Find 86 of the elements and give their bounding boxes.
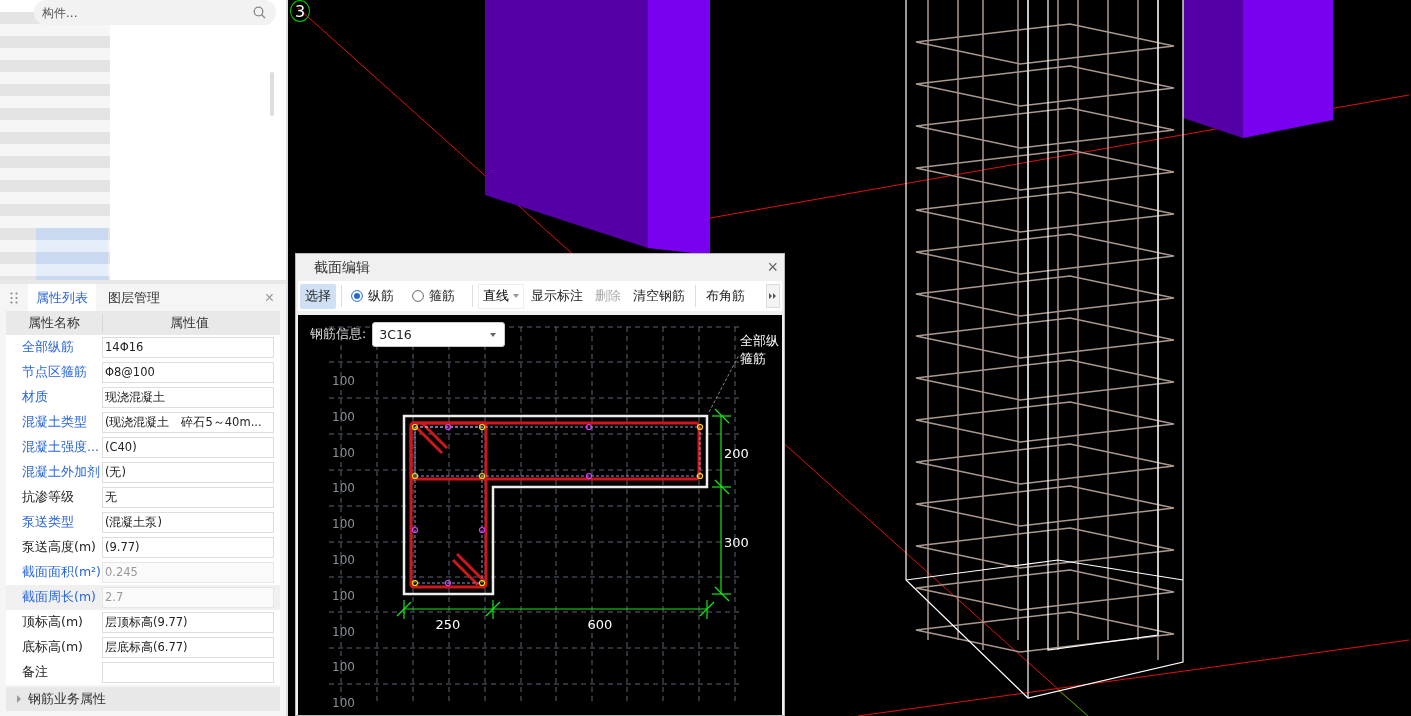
grid-spacing-label: 100 xyxy=(332,696,355,711)
property-row[interactable]: 截面周长(m) 2.7 xyxy=(6,585,280,610)
property-row[interactable]: 泵送高度(m) (9.77) xyxy=(6,535,280,560)
property-row[interactable]: 混凝土类型 (现浇混凝土 碎石5～40m... xyxy=(6,410,280,435)
panel-tab[interactable]: 图层管理 xyxy=(100,283,168,312)
line-type-dropdown[interactable]: 直线 xyxy=(478,283,524,309)
column-header: 属性名称 xyxy=(27,314,81,332)
close-button[interactable]: × xyxy=(761,257,784,278)
leader-line xyxy=(708,354,740,413)
property-value-field[interactable]: Φ8@100 xyxy=(102,362,274,383)
property-name: 底标高(m) xyxy=(21,639,84,656)
property-value-field[interactable]: 层底标高(6.77) xyxy=(102,637,274,658)
property-name: 抗渗等级 xyxy=(21,489,75,506)
property-value-field[interactable]: 层顶标高(9.77) xyxy=(102,612,274,633)
radio-icon[interactable] xyxy=(351,290,363,302)
annotation-text: 全部纵 xyxy=(740,333,779,348)
grid-spacing-label: 100 xyxy=(332,624,355,639)
property-row[interactable]: 截面面积(m²) 0.245 xyxy=(6,560,280,585)
property-name[interactable]: 全部纵筋 xyxy=(6,339,102,356)
column-header: 属性值 xyxy=(102,314,276,332)
double-arrow-icon[interactable] xyxy=(769,293,777,299)
property-value-field[interactable]: (C40) xyxy=(102,437,274,458)
toolbar-button[interactable]: 布角筋 xyxy=(701,283,750,309)
radio-option[interactable]: 纵筋 xyxy=(347,287,406,305)
property-name[interactable]: 泵送类型 xyxy=(6,514,102,531)
dimension-label: 300 xyxy=(724,535,749,550)
expand-arrow-icon[interactable] xyxy=(16,695,22,703)
property-row[interactable]: 备注 xyxy=(6,660,280,685)
grid-spacing-label: 100 xyxy=(332,588,355,603)
property-name[interactable]: 节点区箍筋 xyxy=(6,364,102,381)
property-name[interactable]: 混凝土类型 xyxy=(6,414,102,431)
property-value-field[interactable]: 无 xyxy=(102,487,274,508)
property-row[interactable]: 材质 现浇混凝土 xyxy=(6,385,280,410)
group-label: 钢筋业务属性 xyxy=(28,690,106,708)
property-value-field[interactable]: (无) xyxy=(102,462,274,483)
property-row[interactable]: 混凝土强度... (C40) xyxy=(6,435,280,460)
property-name: 备注 xyxy=(21,664,49,681)
scrollbar[interactable] xyxy=(270,72,274,116)
property-row[interactable]: 底标高(m) 层底标高(6.77) xyxy=(6,635,280,660)
property-row[interactable]: 泵送类型 (混凝土泵) xyxy=(6,510,280,535)
property-name[interactable]: 材质 xyxy=(6,389,102,406)
dimension-label: 250 xyxy=(435,617,461,632)
caret-icon[interactable] xyxy=(513,294,519,298)
panel-tab[interactable]: 属性列表 xyxy=(28,283,96,312)
search-icon[interactable] xyxy=(253,6,266,19)
grid-spacing-label: 100 xyxy=(332,517,355,532)
caret-icon[interactable] xyxy=(490,332,497,337)
property-name: 顶标高(m) xyxy=(21,614,84,631)
grid-spacing-label: 100 xyxy=(332,553,355,567)
dialog-title: 截面编辑 xyxy=(314,258,370,277)
dimension-label: 200 xyxy=(724,446,749,461)
grid-spacing-label: 100 xyxy=(332,481,355,496)
annotation-text: 箍筋 xyxy=(740,351,766,366)
rebar-info-label: 钢筋信息: xyxy=(310,326,367,343)
toolbar-button[interactable]: 清空钢筋 xyxy=(628,283,690,309)
drag-handle-icon[interactable] xyxy=(10,291,18,304)
toolbar-button[interactable]: 显示标注 xyxy=(526,283,588,309)
property-row[interactable]: 顶标高(m) 层顶标高(9.77) xyxy=(6,610,280,635)
property-value-field[interactable]: 现浇混凝土 xyxy=(102,387,274,408)
blurred-region xyxy=(36,228,108,280)
property-name[interactable]: 截面面积(m²) xyxy=(6,564,102,581)
property-row[interactable]: 混凝土外加剂 (无) xyxy=(6,460,280,485)
toolbar-button[interactable]: 选择 xyxy=(300,283,336,309)
property-value-field[interactable]: (现浇混凝土 碎石5～40m... xyxy=(102,412,274,433)
grid-spacing-label: 100 xyxy=(332,660,355,675)
property-name: 泵送高度(m) xyxy=(21,539,97,556)
property-value-field[interactable]: (9.77) xyxy=(102,537,274,558)
rebar-info-dropdown[interactable]: 3C16 xyxy=(372,322,506,347)
more-tools-button[interactable] xyxy=(766,284,780,308)
property-value-field[interactable]: 14Φ16 xyxy=(102,337,274,358)
property-value-field[interactable]: (混凝土泵) xyxy=(102,512,274,533)
radio-option[interactable]: 箍筋 xyxy=(408,287,467,305)
property-group-header[interactable]: 钢筋业务属性 xyxy=(6,687,280,711)
property-row[interactable]: 抗渗等级 无 xyxy=(6,485,280,510)
search-field[interactable]: 构件... xyxy=(34,0,276,25)
property-value-field[interactable] xyxy=(102,662,274,683)
property-name[interactable]: 混凝土强度... xyxy=(6,439,102,456)
grid-spacing-label: 100 xyxy=(332,445,355,460)
grid-spacing-label: 100 xyxy=(332,409,355,424)
property-name[interactable]: 截面周长(m) xyxy=(6,589,102,606)
property-row[interactable]: 节点区箍筋 Φ8@100 xyxy=(6,360,280,385)
radio-icon[interactable] xyxy=(412,290,424,302)
grid-spacing-label: 100 xyxy=(332,374,355,388)
property-row[interactable]: 全部纵筋 14Φ16 xyxy=(6,335,280,360)
dimension-label: 600 xyxy=(587,617,613,632)
property-name[interactable]: 混凝土外加剂 xyxy=(6,464,102,481)
